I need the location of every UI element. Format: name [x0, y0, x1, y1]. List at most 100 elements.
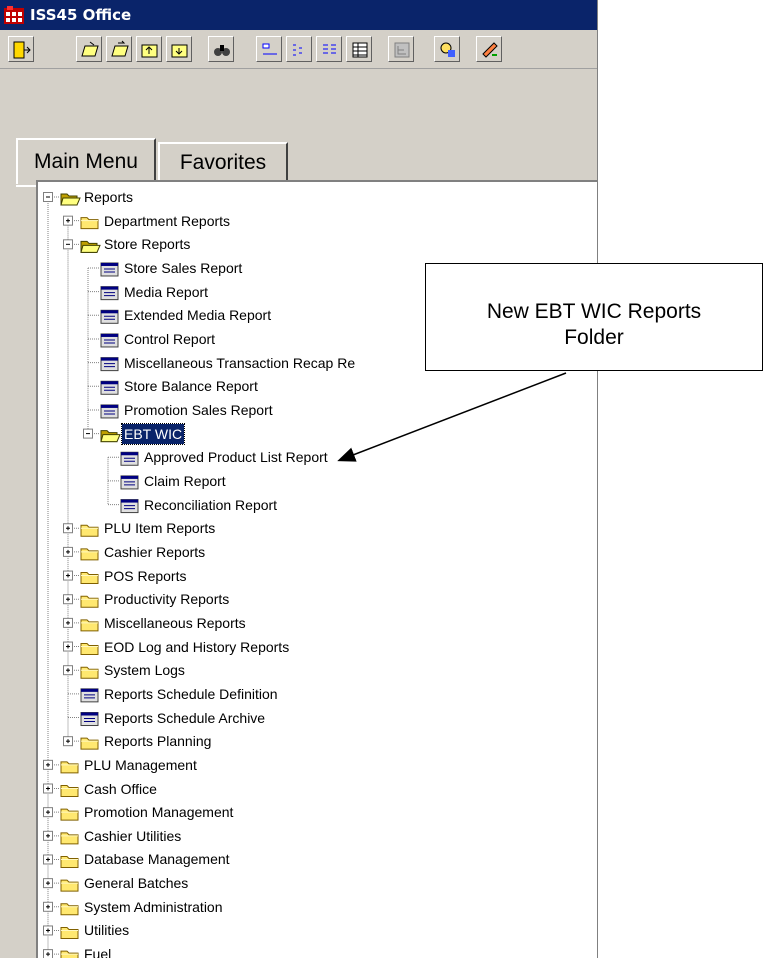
expand-icon[interactable]: [43, 783, 53, 794]
folder-icon: [60, 903, 79, 916]
tree-item-label: System Administration: [84, 898, 223, 915]
expand-icon[interactable]: [63, 215, 73, 226]
report-icon: [120, 451, 139, 466]
expand-icon[interactable]: [43, 925, 53, 936]
tree-item-label: Store Reports: [104, 236, 191, 253]
tree-item-label: Cash Office: [84, 780, 157, 797]
folder-icon: [80, 619, 99, 632]
tree-item-label: Promotion Management: [84, 804, 234, 821]
folder-icon: [80, 595, 99, 608]
tab-favorites[interactable]: Favorites: [158, 142, 288, 184]
tree-item-label: Department Reports: [104, 212, 231, 229]
title-bar[interactable]: ISS45 Office: [0, 0, 597, 30]
folder-icon: [60, 808, 79, 821]
app-window: ISS45 Office Main Menu Favorites Reports…: [0, 0, 598, 958]
report-icon: [120, 475, 139, 490]
folder-icon: [80, 217, 99, 230]
expand-icon[interactable]: [43, 759, 53, 770]
folder-icon: [60, 926, 79, 939]
folder-up-icon: [141, 44, 158, 58]
folder-down-button[interactable]: [166, 36, 192, 62]
collapse-icon[interactable]: [43, 192, 53, 202]
tree-item-label: Cashier Utilities: [84, 827, 182, 844]
list-icon: [323, 44, 336, 54]
report-icon: [100, 309, 119, 324]
expand-icon[interactable]: [63, 546, 73, 557]
tree-item-label: Control Report: [124, 330, 216, 347]
expand-icon[interactable]: [63, 641, 73, 652]
find-button[interactable]: [208, 36, 234, 62]
tree-item-label: EBT WIC: [120, 422, 186, 445]
expand-icon[interactable]: [63, 736, 73, 747]
tree-item-label: Fuel: [84, 946, 112, 958]
folder-down-icon: [171, 44, 188, 58]
callout-line-2: Folder: [564, 326, 624, 349]
expand-icon[interactable]: [43, 949, 53, 958]
help-icon: [440, 42, 455, 57]
tree-item-label: PLU Management: [84, 756, 197, 773]
report-icon: [100, 286, 119, 301]
smalls-icon-button[interactable]: [286, 36, 312, 62]
toolbar: [0, 30, 597, 69]
tree-item-label: Approved Product List Report: [144, 449, 328, 466]
tree-item-label: Utilities: [84, 922, 130, 939]
tree-item-label: Reconciliation Report: [144, 496, 278, 513]
report-icon: [120, 499, 139, 514]
tree-item-label: Database Management: [84, 851, 230, 868]
expand-icon[interactable]: [63, 570, 73, 581]
folder-icon: [80, 737, 99, 750]
tree-item-label: Cashier Reports: [104, 543, 206, 560]
list-button[interactable]: [316, 36, 342, 62]
edit-button[interactable]: [476, 36, 502, 62]
tree-item-label: Reports Planning: [104, 733, 212, 750]
expand-icon[interactable]: [63, 617, 73, 628]
tree-item-label: EOD Log and History Reports: [104, 638, 290, 655]
expand-icon[interactable]: [43, 901, 53, 912]
folder-open-icon: [60, 193, 81, 206]
expand-icon[interactable]: [43, 854, 53, 865]
tab-favorites-label: Favorites: [179, 151, 267, 174]
folder-up-button[interactable]: [136, 36, 162, 62]
folder-icon: [80, 643, 99, 656]
tree-icon: [394, 42, 410, 58]
folder-icon: [60, 855, 79, 868]
collapse-icon[interactable]: [83, 428, 93, 439]
details-icon: [352, 42, 368, 58]
larges-icon-button[interactable]: [256, 36, 282, 62]
folder-icon: [60, 879, 79, 892]
forward-button[interactable]: [106, 36, 132, 62]
tree-item-label: Productivity Reports: [104, 591, 230, 608]
report-icon: [80, 688, 99, 703]
forward-icon: [111, 40, 129, 57]
tree-item-label: Miscellaneous Reports: [104, 614, 246, 631]
open-button[interactable]: [76, 36, 102, 62]
expand-icon[interactable]: [43, 878, 53, 889]
expand-icon[interactable]: [43, 830, 53, 841]
expand-icon[interactable]: [43, 807, 53, 818]
tree-item-label: Store Sales Report: [124, 259, 243, 276]
tree-item-label: POS Reports: [104, 567, 187, 584]
tree-item-label: PLU Item Reports: [104, 520, 216, 537]
details-button[interactable]: [346, 36, 372, 62]
find-icon: [214, 45, 230, 56]
collapse-icon[interactable]: [63, 239, 73, 250]
tab-main-menu[interactable]: Main Menu: [16, 138, 156, 184]
expand-icon[interactable]: [63, 665, 73, 676]
folder-icon: [60, 761, 79, 774]
expand-icon[interactable]: [63, 594, 73, 605]
help-button[interactable]: [434, 36, 460, 62]
tree-item-label: Reports: [84, 189, 134, 205]
report-icon: [100, 404, 119, 419]
tree-item-label: System Logs: [104, 662, 185, 679]
tree-button[interactable]: [388, 36, 414, 62]
tree-item-label: General Batches: [84, 875, 189, 892]
tree-item-label: Claim Report: [144, 472, 226, 489]
exit-button[interactable]: [8, 36, 34, 62]
folder-icon: [60, 785, 79, 797]
small-icons-icon: [293, 44, 302, 56]
tab-main-menu-label: Main Menu: [34, 150, 138, 173]
tree-item-label: Miscellaneous Transaction Recap Re: [124, 354, 356, 371]
expand-icon[interactable]: [63, 523, 73, 534]
app-icon: [4, 6, 24, 24]
folder-open-icon: [100, 430, 121, 443]
